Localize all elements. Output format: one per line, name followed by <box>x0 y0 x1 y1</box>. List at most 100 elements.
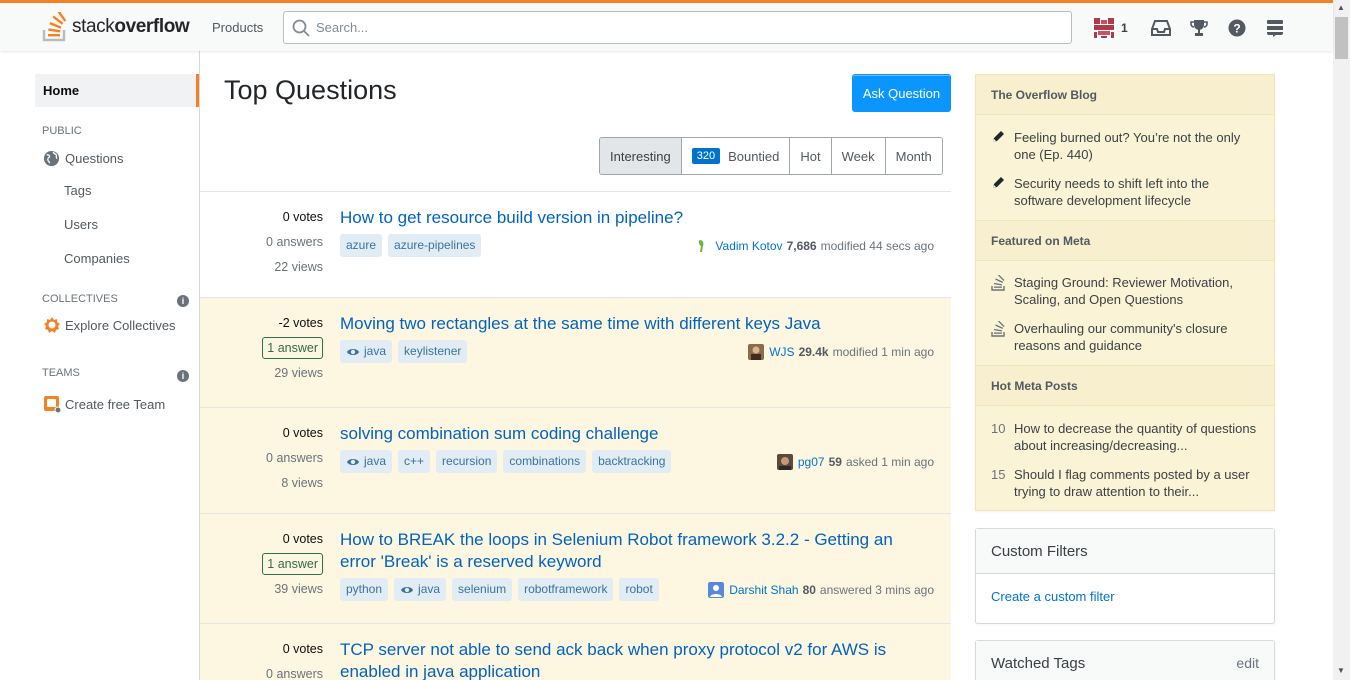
hot-meta-count: 10 <box>991 421 1006 436</box>
inbox-icon <box>1150 19 1171 36</box>
user-avatar-darshit[interactable] <box>708 582 725 598</box>
question-activity[interactable]: answered 3 mins ago <box>820 583 934 597</box>
tab-interesting[interactable]: Interesting <box>600 138 681 174</box>
stackoverflow-logo[interactable]: stackoverflow <box>42 11 190 43</box>
edit-watched-tags-link[interactable]: edit <box>1236 655 1259 671</box>
tag-cpp[interactable]: c++ <box>398 450 431 473</box>
answer-count: 0 answers <box>266 667 323 680</box>
search-icon <box>292 19 310 37</box>
tag-azure-pipelines[interactable]: azure-pipelines <box>388 234 482 257</box>
blog-item[interactable]: Security needs to shift left into the sof… <box>991 175 1266 209</box>
question-title-link[interactable]: TCP server not able to send ack back whe… <box>340 639 900 680</box>
tag-python[interactable]: python <box>340 578 389 601</box>
tag-azure[interactable]: azure <box>340 234 383 257</box>
view-count: 22 views <box>274 260 323 274</box>
user-name-link[interactable]: pg07 <box>798 455 825 469</box>
site-switcher-button[interactable] <box>1256 11 1294 44</box>
tag-recursion[interactable]: recursion <box>436 450 498 473</box>
meta-heading: Featured on Meta <box>976 220 1274 261</box>
inbox-button[interactable] <box>1142 11 1180 44</box>
search-input[interactable]: Search... <box>283 11 1072 44</box>
hot-meta-heading: Hot Meta Posts <box>976 365 1274 406</box>
ask-question-button[interactable]: Ask Question <box>852 74 951 112</box>
question-title-link[interactable]: solving combination sum coding challenge <box>340 423 900 445</box>
tag-java[interactable]: java <box>394 578 447 601</box>
nav-explore-collectives-label: Explore Collectives <box>65 317 176 333</box>
user-name-link[interactable]: Darshit Shah <box>729 583 798 597</box>
question-summary: 0 votes 1 answer 39 views How to BREAK t… <box>200 513 951 624</box>
products-menu[interactable]: Products <box>200 11 275 43</box>
question-tags: azure azure-pipelines <box>340 234 487 257</box>
scroll-down-icon[interactable]: ▼ <box>1337 666 1345 675</box>
meta-item[interactable]: Staging Ground: Reviewer Motivation, Scal… <box>991 274 1266 308</box>
question-activity[interactable]: modified 1 min ago <box>833 345 934 359</box>
user-avatar[interactable] <box>1092 15 1116 40</box>
create-custom-filter-link[interactable]: Create a custom filter <box>991 589 1115 604</box>
user-avatar-wjs[interactable] <box>748 344 765 360</box>
tag-selenium[interactable]: selenium <box>452 578 513 601</box>
blog-item[interactable]: Feeling burned out? You’re not the only o… <box>991 129 1266 163</box>
nav-users[interactable]: Users <box>64 217 98 232</box>
meta-item[interactable]: Overhauling our community's closure reaso… <box>991 320 1266 354</box>
tag-robotframework[interactable]: robotframework <box>518 578 614 601</box>
achievements-button[interactable] <box>1180 11 1218 44</box>
user-name-link[interactable]: Vadim Kotov <box>715 239 782 253</box>
question-title-link[interactable]: Moving two rectangles at the same time w… <box>340 313 900 335</box>
user-avatar-vadim[interactable] <box>694 238 711 254</box>
tag-robot[interactable]: robot <box>619 578 659 601</box>
page-title: Top Questions <box>224 75 397 105</box>
tag-keylistener[interactable]: keylistener <box>398 340 468 363</box>
tab-bountied[interactable]: 320 Bountied <box>680 138 790 174</box>
question-meta: Vadim Kotov 7,686 modified 44 secs ago <box>694 238 934 254</box>
question-title-link[interactable]: How to get resource build version in pip… <box>340 207 900 229</box>
watched-eye-icon <box>347 348 359 355</box>
question-tags: java keylistener <box>340 340 473 363</box>
vote-count: 0 votes <box>282 642 323 656</box>
custom-filters-heading: Custom Filters <box>976 529 1274 574</box>
tag-combinations[interactable]: combinations <box>503 450 587 473</box>
user-name-link[interactable]: WJS <box>769 345 794 359</box>
user-avatar-pg07[interactable] <box>776 454 793 470</box>
tag-java[interactable]: java <box>340 340 393 363</box>
question-stats: -2 votes 1 answer 29 views <box>262 311 323 386</box>
hot-meta-item[interactable]: 10 How to decrease the quantity of quest… <box>991 420 1266 454</box>
tag-backtracking[interactable]: backtracking <box>592 450 672 473</box>
help-icon: ? <box>1228 19 1246 36</box>
stack-exchange-meta-icon <box>991 274 1014 308</box>
question-title-link[interactable]: How to BREAK the loops in Selenium Robot… <box>340 529 900 573</box>
page-scrollbar[interactable]: ▲ ▼ <box>1333 0 1350 680</box>
tag-java[interactable]: java <box>340 450 393 473</box>
nav-companies[interactable]: Companies <box>64 251 130 266</box>
nav-questions[interactable]: Questions <box>43 149 124 167</box>
top-bar: stackoverflow Products Search... 1 ? <box>0 0 1333 51</box>
teams-info-icon[interactable]: i <box>177 370 189 382</box>
hot-meta-item-text: Should I flag comments posted by a user t… <box>1014 467 1250 499</box>
scroll-up-icon[interactable]: ▲ <box>1337 3 1345 12</box>
nav-create-team[interactable]: Create free Team <box>43 395 165 413</box>
tab-hot[interactable]: Hot <box>789 138 831 174</box>
blog-heading: The Overflow Blog <box>976 74 1274 115</box>
collectives-info-icon[interactable]: i <box>177 295 189 307</box>
nav-teams-heading: TEAMS <box>42 367 80 379</box>
help-button[interactable]: ? <box>1218 11 1256 44</box>
question-activity[interactable]: asked 1 min ago <box>846 455 934 469</box>
view-count: 39 views <box>274 582 323 596</box>
left-sidebar: Home PUBLIC Questions Tags Users Compani… <box>0 51 200 680</box>
nav-questions-label: Questions <box>65 150 124 166</box>
user-reputation: 7,686 <box>786 239 817 253</box>
question-stats: 0 votes 0 answers 22 views <box>266 205 323 280</box>
scroll-thumb[interactable] <box>1335 17 1348 59</box>
vote-count: 0 votes <box>282 426 323 440</box>
tab-week[interactable]: Week <box>830 138 885 174</box>
nav-home[interactable]: Home <box>35 74 199 107</box>
question-meta: WJS 29.4k modified 1 min ago <box>748 344 934 360</box>
nav-explore-collectives[interactable]: Explore Collectives <box>43 316 176 334</box>
nav-tags[interactable]: Tags <box>64 183 91 198</box>
question-meta: pg07 59 asked 1 min ago <box>776 454 934 470</box>
watched-tags-heading: Watched Tags edit <box>976 641 1274 680</box>
hot-meta-item[interactable]: 15 Should I flag comments posted by a us… <box>991 466 1266 500</box>
trophy-icon <box>1189 19 1208 36</box>
tab-month[interactable]: Month <box>884 138 942 174</box>
user-reputation: 29.4k <box>798 345 829 359</box>
question-activity[interactable]: modified 44 secs ago <box>821 239 934 253</box>
